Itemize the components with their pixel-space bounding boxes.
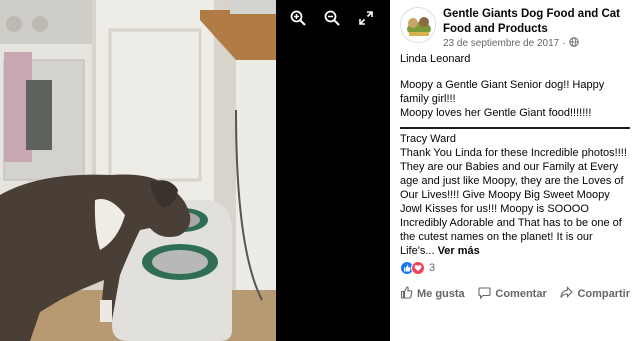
post-header: Gentle Giants Dog Food and Cat Food and …: [400, 7, 632, 51]
meta-separator: ·: [562, 38, 566, 49]
viewer-controls: [288, 8, 376, 28]
comment-text: Thank You Linda for these Incredible pho…: [400, 147, 627, 257]
zoom-out-icon[interactable]: [322, 8, 342, 28]
comment-button[interactable]: Comentar: [478, 286, 547, 302]
see-more-link[interactable]: Ver más: [438, 245, 480, 257]
love-reaction-icon: [411, 261, 425, 275]
post-panel: Gentle Giants Dog Food and Cat Food and …: [390, 0, 640, 341]
post-caption: Moopy a Gentle Giant Senior dog!! Happy …: [400, 78, 630, 120]
divider: [400, 127, 630, 129]
reactions-summary[interactable]: 3: [400, 261, 435, 275]
comment-icon: [478, 286, 491, 302]
share-icon: [560, 286, 574, 302]
post-meta: 23 de septiembre de 2017 ·: [443, 37, 579, 50]
comment-author: Tracy Ward: [400, 133, 457, 145]
fullscreen-icon[interactable]: [356, 8, 376, 28]
like-button[interactable]: Me gusta: [400, 286, 465, 302]
thumbs-up-icon: [400, 286, 413, 302]
dog-eating-photo: [0, 0, 276, 341]
page-name-link[interactable]: Gentle Giants Dog Food and Cat Food and …: [443, 7, 633, 37]
caption-line: Moopy loves her Gentle Giant food!!!!!!!: [400, 107, 592, 119]
reaction-count: 3: [429, 262, 436, 274]
post-photo[interactable]: [0, 0, 276, 341]
comment-text-block: Thank You Linda for these Incredible pho…: [400, 146, 630, 258]
comment-label: Comentar: [495, 288, 547, 300]
page-avatar[interactable]: [400, 7, 436, 43]
post-author: Linda Leonard: [400, 53, 471, 65]
post-date[interactable]: 23 de septiembre de 2017: [443, 38, 559, 49]
zoom-in-icon[interactable]: [288, 8, 308, 28]
caption-line: family girl!!!: [400, 93, 456, 105]
caption-line: Moopy a Gentle Giant Senior dog!! Happy: [400, 79, 605, 91]
like-label: Me gusta: [417, 288, 465, 300]
photo-viewer: [0, 0, 390, 341]
page-logo-icon: [401, 8, 435, 42]
share-button[interactable]: Compartir: [560, 286, 630, 302]
globe-icon: [568, 37, 579, 50]
share-label: Compartir: [577, 288, 630, 300]
post-actions: Me gusta Comentar Compartir: [400, 286, 630, 302]
